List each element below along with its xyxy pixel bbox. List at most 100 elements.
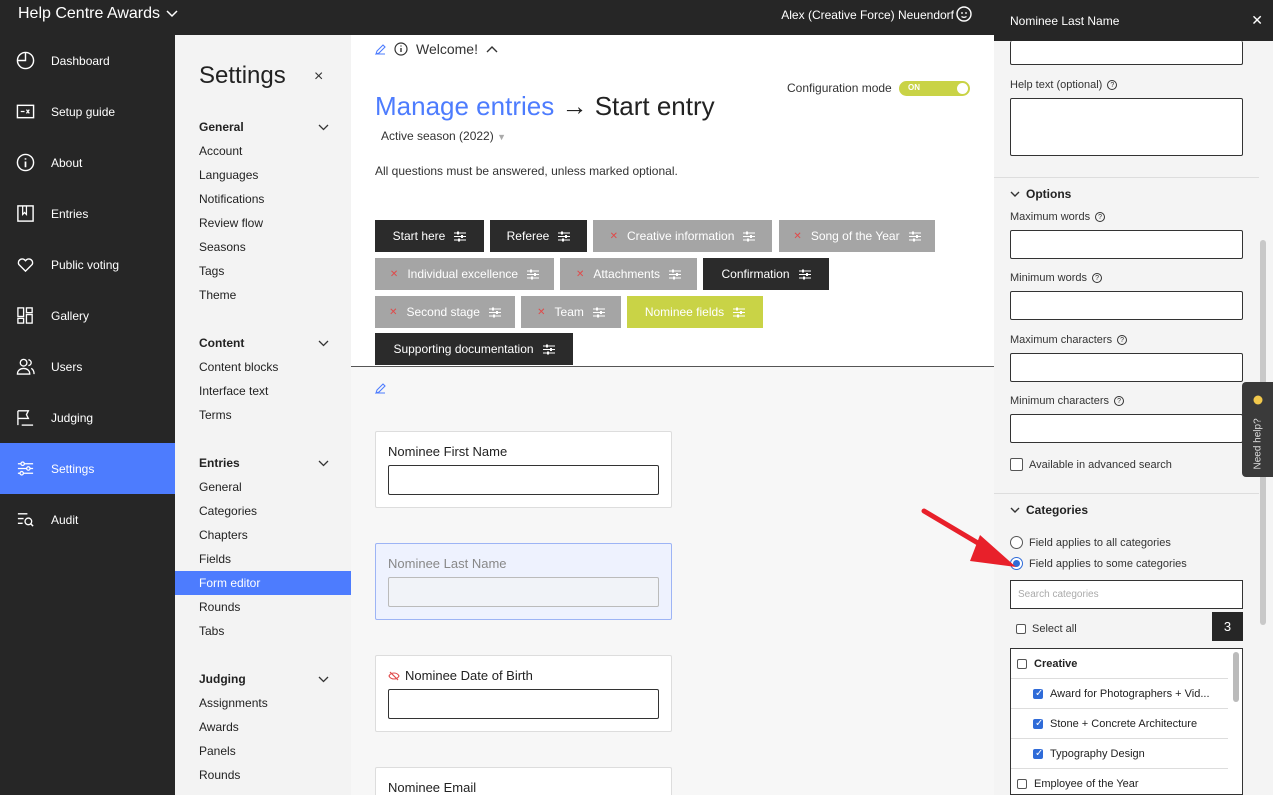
edit-icon[interactable] (375, 43, 386, 55)
tab-settings-icon[interactable] (488, 307, 501, 318)
nav-item-dashboard[interactable]: Dashboard (0, 35, 175, 86)
chevron-up-icon[interactable] (486, 45, 498, 53)
settings-item-fields[interactable]: Fields (175, 547, 351, 571)
label-input[interactable] (1010, 41, 1243, 65)
settings-item-seasons[interactable]: Seasons (175, 235, 351, 259)
need-help-tab[interactable]: Need help? (1242, 382, 1273, 477)
settings-item-tabs[interactable]: Tabs (175, 619, 351, 643)
first-name-input[interactable] (388, 465, 659, 495)
edit-icon[interactable] (375, 383, 386, 394)
tab-settings-icon[interactable] (592, 307, 605, 318)
tab-settings-icon[interactable] (454, 231, 467, 242)
user-avatar-icon[interactable] (956, 6, 972, 22)
settings-item-terms[interactable]: Terms (175, 403, 351, 427)
tab-attachments[interactable]: ✕ Attachments (560, 258, 697, 290)
settings-item-account[interactable]: Account (175, 139, 351, 163)
settings-item-entries-general[interactable]: General (175, 475, 351, 499)
nav-item-public-voting[interactable]: Public voting (0, 239, 175, 290)
advanced-search-row[interactable]: Available in advanced search (1010, 458, 1172, 471)
close-icon[interactable]: × (314, 68, 323, 86)
section-entries[interactable]: Entries (199, 456, 329, 470)
category-checkbox[interactable] (1033, 718, 1043, 729)
tab-settings-icon[interactable] (743, 231, 756, 242)
settings-item-awards[interactable]: Awards (175, 715, 351, 739)
tab-individual-excellence[interactable]: ✕ Individual excellence (375, 258, 554, 290)
nav-item-settings[interactable]: Settings (0, 443, 175, 494)
help-icon[interactable]: ? (1095, 212, 1106, 222)
category-checkbox[interactable] (1033, 748, 1043, 759)
manage-entries-link[interactable]: Manage entries (375, 91, 554, 121)
category-list-scrollbar[interactable] (1233, 652, 1239, 702)
tab-nominee-fields[interactable]: Nominee fields (627, 296, 763, 328)
radio-some-categories[interactable]: Field applies to some categories (1010, 557, 1187, 570)
settings-item-categories[interactable]: Categories (175, 499, 351, 523)
settings-item-tags[interactable]: Tags (175, 259, 351, 283)
field-card-last-name[interactable]: Nominee Last Name (375, 543, 672, 620)
tab-confirmation[interactable]: Confirmation (703, 258, 829, 290)
tab-second-stage[interactable]: ✕ Second stage (375, 296, 515, 328)
tab-settings-icon[interactable] (669, 269, 682, 280)
select-all-checkbox[interactable] (1016, 624, 1026, 634)
options-section-toggle[interactable]: Options (1010, 187, 1071, 201)
nav-item-judging[interactable]: Judging (0, 392, 175, 443)
max-chars-input[interactable] (1010, 353, 1243, 382)
category-row-creative[interactable]: Creative (1011, 649, 1228, 679)
min-chars-input[interactable] (1010, 414, 1243, 443)
settings-item-languages[interactable]: Languages (175, 163, 351, 187)
category-row-photographers[interactable]: Award for Photographers + Vid... (1011, 679, 1228, 709)
nav-item-entries[interactable]: Entries (0, 188, 175, 239)
category-row-employee[interactable]: Employee of the Year (1011, 769, 1228, 794)
category-search-input[interactable]: Search categories (1010, 580, 1243, 609)
tab-settings-icon[interactable] (733, 307, 746, 318)
tab-team[interactable]: ✕ Team (521, 296, 621, 328)
radio-all-categories[interactable]: Field applies to all categories (1010, 536, 1171, 549)
category-row-architecture[interactable]: Stone + Concrete Architecture (1011, 709, 1228, 739)
select-all-row[interactable]: Select all (1016, 623, 1077, 635)
tab-settings-icon[interactable] (558, 231, 571, 242)
category-row-typography[interactable]: Typography Design (1011, 739, 1228, 769)
tab-supporting-documentation[interactable]: Supporting documentation (375, 333, 573, 365)
field-card-date-of-birth[interactable]: Nominee Date of Birth (375, 655, 672, 732)
settings-item-panels[interactable]: Panels (175, 739, 351, 763)
field-card-first-name[interactable]: Nominee First Name (375, 431, 672, 508)
min-words-input[interactable] (1010, 291, 1243, 320)
tab-song-of-the-year[interactable]: ✕ Song of the Year (779, 220, 935, 252)
settings-item-review-flow[interactable]: Review flow (175, 211, 351, 235)
settings-item-form-editor[interactable]: Form editor (175, 571, 351, 595)
welcome-bar[interactable]: Welcome! (375, 41, 498, 57)
advanced-search-checkbox[interactable] (1010, 458, 1023, 471)
nav-item-setup-guide[interactable]: Setup guide (0, 86, 175, 137)
field-card-email[interactable]: Nominee Email (375, 767, 672, 795)
nav-item-about[interactable]: About (0, 137, 175, 188)
category-checkbox[interactable] (1017, 658, 1027, 669)
settings-item-judging-rounds[interactable]: Rounds (175, 763, 351, 787)
season-selector[interactable]: Active season (2022) ▼ (381, 129, 506, 143)
app-title-dropdown[interactable]: Help Centre Awards (18, 5, 178, 23)
date-of-birth-input[interactable] (388, 689, 659, 719)
nav-item-users[interactable]: Users (0, 341, 175, 392)
help-icon[interactable]: ? (1107, 80, 1118, 90)
settings-item-interface-text[interactable]: Interface text (175, 379, 351, 403)
category-checkbox[interactable] (1017, 779, 1027, 789)
settings-item-entries-rounds[interactable]: Rounds (175, 595, 351, 619)
nav-item-gallery[interactable]: Gallery (0, 290, 175, 341)
settings-item-theme[interactable]: Theme (175, 283, 351, 307)
section-judging[interactable]: Judging (199, 672, 329, 686)
nav-item-audit[interactable]: Audit (0, 494, 175, 545)
tab-start-here[interactable]: Start here (375, 220, 484, 252)
category-checkbox[interactable] (1033, 688, 1043, 699)
help-icon[interactable]: ? (1092, 273, 1103, 283)
tab-creative-information[interactable]: ✕ Creative information (593, 220, 772, 252)
help-icon[interactable]: ? (1114, 396, 1125, 406)
user-name[interactable]: Alex (Creative Force) Neuendorf (781, 8, 954, 22)
config-mode-toggle[interactable]: ON (899, 81, 970, 96)
tab-settings-icon[interactable] (542, 344, 555, 355)
max-words-input[interactable] (1010, 230, 1243, 259)
tab-settings-icon[interactable] (527, 269, 540, 280)
tab-referee[interactable]: Referee (490, 220, 587, 252)
settings-item-content-blocks[interactable]: Content blocks (175, 355, 351, 379)
tab-settings-icon[interactable] (798, 269, 811, 280)
tab-settings-icon[interactable] (908, 231, 921, 242)
help-text-input[interactable] (1010, 98, 1243, 156)
last-name-input[interactable] (388, 577, 659, 607)
